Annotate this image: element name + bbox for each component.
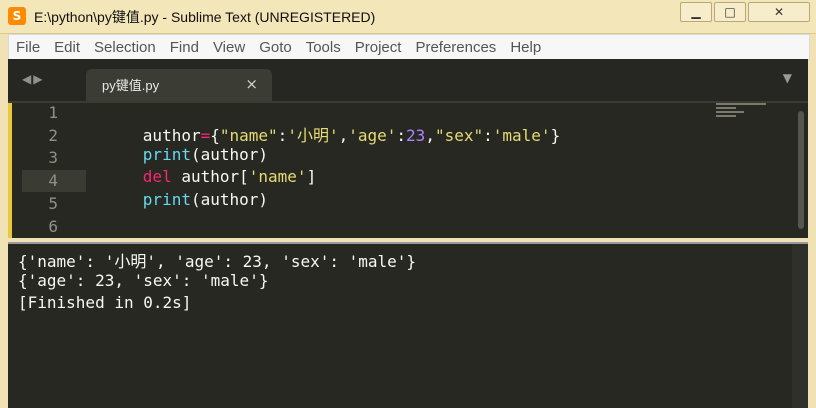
code-token: 'age' — [348, 126, 397, 145]
menu-goto[interactable]: Goto — [252, 39, 299, 56]
tab-label: py键值.py — [102, 78, 160, 93]
maximize-icon: □ — [724, 5, 736, 19]
line-number: 2 — [48, 126, 58, 145]
code-token: : — [483, 126, 493, 145]
console-line-2: {'age': 23, 'sex': 'male'} — [18, 271, 269, 290]
tab-menu-triangle-icon[interactable]: ▼ — [783, 71, 792, 85]
arrow-right-icon[interactable]: ▶ — [33, 72, 44, 86]
close-icon: ✕ — [773, 5, 785, 19]
line-number-gutter: 1 2 3 4 5 6 — [12, 103, 68, 238]
code-token: , — [425, 126, 435, 145]
window-controls: ▁ □ ✕ — [680, 2, 810, 22]
code-token: 'male' — [492, 126, 551, 145]
code-token: print — [142, 190, 191, 209]
code-line-3: del author['name'] — [85, 148, 316, 186]
minimize-icon: ▁ — [691, 5, 701, 19]
code-token: : — [277, 126, 288, 145]
menu-tools[interactable]: Tools — [299, 39, 348, 56]
minimize-button[interactable]: ▁ — [680, 2, 712, 22]
code-token: ( — [190, 190, 201, 209]
code-line-2: print(author) — [85, 126, 268, 164]
close-tab-icon[interactable]: × — [245, 75, 258, 93]
console-line-1: {'name': '小明', 'age': 23, 'sex': 'male'} — [18, 252, 417, 271]
minimap-line — [716, 103, 766, 105]
code-token: author — [200, 190, 259, 209]
tab-bar: ◀▶ py键值.py × ▼ — [8, 59, 808, 101]
menu-selection[interactable]: Selection — [87, 39, 163, 56]
arrow-left-icon[interactable]: ◀ — [22, 72, 33, 86]
code-token: , — [338, 126, 349, 145]
minimap-line — [716, 107, 736, 109]
line-number: 3 — [48, 148, 58, 167]
code-token: : — [396, 126, 407, 145]
menu-view[interactable]: View — [206, 39, 252, 56]
menu-edit[interactable]: Edit — [47, 39, 87, 56]
editor-scroll-thumb[interactable] — [798, 111, 804, 229]
code-token: ] — [306, 167, 317, 186]
maximize-button[interactable]: □ — [714, 2, 746, 22]
minimap[interactable] — [716, 103, 776, 133]
menu-help[interactable]: Help — [503, 39, 548, 56]
tab-nav-arrows[interactable]: ◀▶ — [22, 72, 44, 86]
menu-bar: File Edit Selection Find View Goto Tools… — [8, 34, 810, 60]
code-line-1: author={"name":'小明','age':23,"sex":'male… — [85, 103, 560, 145]
code-token: '小明' — [287, 126, 339, 145]
window-title: E:\python\py键值.py - Sublime Text (UNREGI… — [34, 9, 376, 25]
line-number: 1 — [48, 103, 58, 122]
console-line-3: [Finished in 0.2s] — [18, 293, 192, 312]
code-token: "sex" — [434, 126, 484, 145]
title-bar: S E:\python\py键值.py - Sublime Text (UNRE… — [0, 0, 816, 34]
minimap-line — [716, 111, 744, 113]
menu-preferences[interactable]: Preferences — [408, 39, 503, 56]
console-scrollbar[interactable] — [792, 244, 808, 408]
code-token: ) — [258, 190, 269, 209]
code-token: } — [550, 126, 561, 145]
line-number: 6 — [48, 217, 58, 236]
code-line-4: print(author) — [85, 171, 268, 209]
code-editor[interactable]: 1 2 3 4 5 6 author={"name":'小明','age':23… — [8, 101, 808, 238]
close-window-button[interactable]: ✕ — [748, 2, 810, 22]
minimap-line — [716, 115, 736, 117]
menu-file[interactable]: File — [9, 39, 47, 56]
sublime-app-icon: S — [8, 7, 26, 25]
code-area[interactable]: author={"name":'小明','age':23,"sex":'male… — [85, 103, 785, 238]
menu-project[interactable]: Project — [348, 39, 409, 56]
menu-find[interactable]: Find — [163, 39, 206, 56]
line-number: 5 — [48, 194, 58, 213]
line-number: 4 — [48, 171, 58, 190]
tab-pyjianzhi[interactable]: py键值.py × — [86, 69, 272, 101]
output-console[interactable]: {'name': '小明', 'age': 23, 'sex': 'male'}… — [8, 242, 808, 408]
editor-scrollbar[interactable] — [792, 103, 808, 238]
code-token: 23 — [406, 126, 426, 145]
